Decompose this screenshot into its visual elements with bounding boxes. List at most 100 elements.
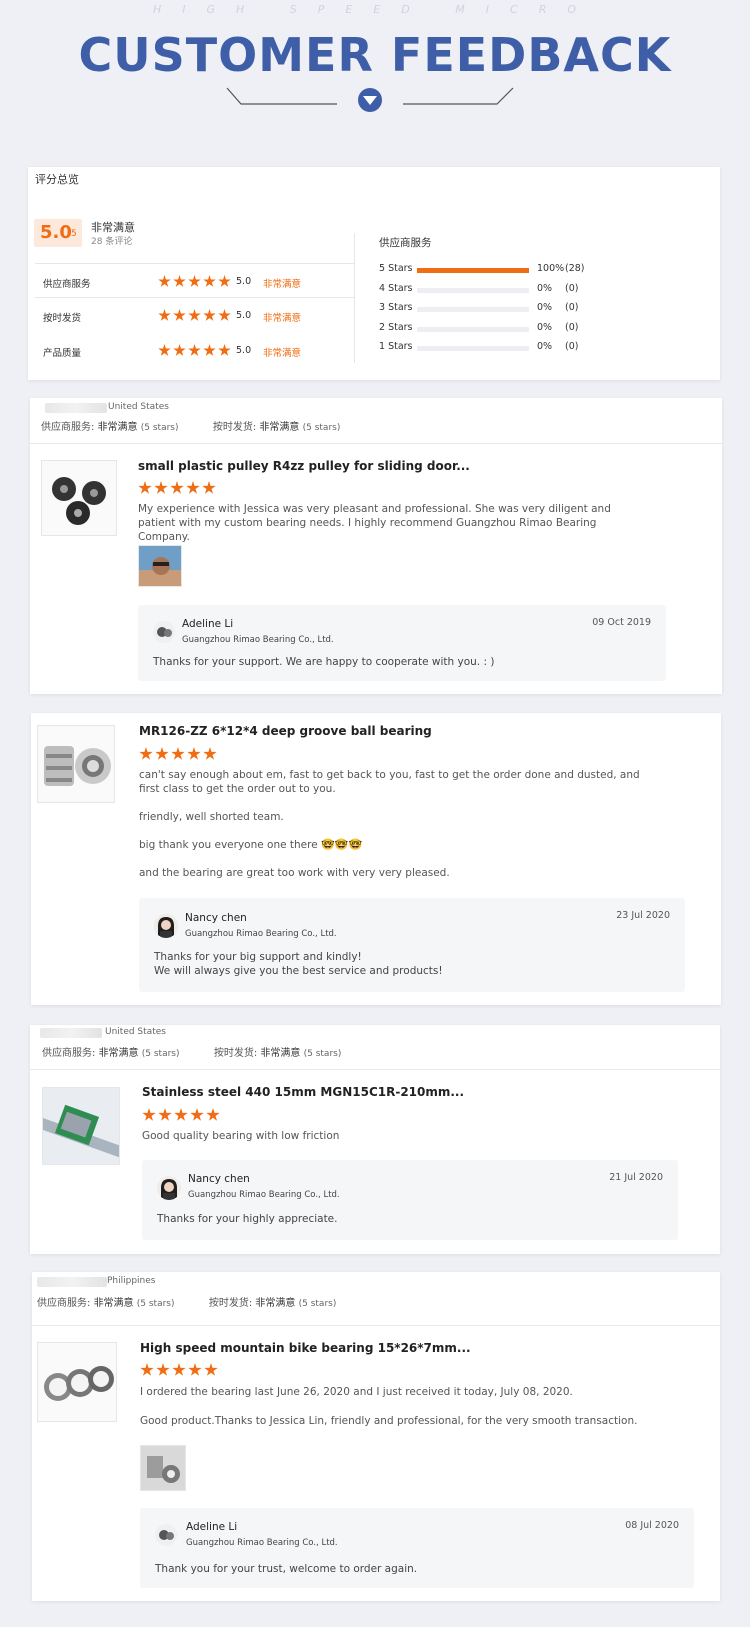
service-label: 供应商服务:	[41, 422, 95, 433]
breakdown-row: 4 Stars 0% (0)	[379, 283, 659, 297]
review-ratings-meta: 供应商服务: 非常满意 (5 stars) 按时发货: 非常满意 (5 star…	[37, 1294, 336, 1309]
ship-label: 按时发货:	[212, 422, 257, 433]
review-text: My experience with Jessica was very plea…	[138, 503, 611, 543]
review-card: United States 供应商服务: 非常满意 (5 stars) 按时发货…	[30, 398, 722, 694]
bearing-icon	[157, 627, 172, 637]
product-thumbnail[interactable]	[37, 725, 115, 803]
breakdown-row: 3 Stars 0% (0)	[379, 302, 659, 316]
rating-row-score: 5.0	[236, 276, 252, 287]
review-photo[interactable]	[140, 1445, 186, 1491]
seller-company: Guangzhou Rimao Bearing Co., Ltd.	[186, 1538, 338, 1548]
reply-text: Thanks for your highly appreciate.	[157, 1213, 338, 1225]
ship-verdict: 非常满意	[260, 1048, 301, 1059]
service-verdict: 非常满意	[98, 1048, 139, 1059]
seller-company: Guangzhou Rimao Bearing Co., Ltd.	[188, 1190, 340, 1200]
product-title-link[interactable]: High speed mountain bike bearing 15*26*7…	[140, 1341, 471, 1355]
review-text: I ordered the bearing last June 26, 2020…	[140, 1386, 573, 1398]
review-text: Good product.Thanks to Jessica Lin, frie…	[140, 1415, 638, 1427]
ship-verdict: 非常满意	[255, 1298, 296, 1309]
product-title-link[interactable]: Stainless steel 440 15mm MGN15C1R-210mm.…	[142, 1085, 464, 1099]
rating-summary-card: 评分总览 5.0 /5 非常满意 28 条评论 供应商服务 5.0 非常满意 按…	[28, 167, 720, 380]
service-label: 供应商服务:	[42, 1048, 96, 1059]
seller-name: Nancy chen	[185, 912, 247, 924]
rating-row-quality: 产品质量 5.0 非常满意	[43, 343, 343, 359]
bearing-image	[44, 1366, 114, 1401]
product-thumbnail[interactable]	[41, 460, 117, 536]
summary-divider	[354, 233, 355, 363]
rating-row-label: 按时发货	[43, 313, 82, 324]
summary-row-divider	[35, 263, 355, 264]
reviewer-country: United States	[108, 402, 169, 412]
service-breakdown-title: 供应商服务	[379, 237, 432, 249]
review-text: big thank you everyone one there	[139, 839, 318, 851]
reply-text: Thanks for your big support and kindly!	[154, 951, 362, 963]
review-divider	[30, 1069, 720, 1070]
seller-avatar	[157, 1176, 181, 1200]
service-stars-note: (5 stars)	[140, 423, 179, 433]
review-ratings-meta: 供应商服务: 非常满意 (5 stars) 按时发货: 非常满意 (5 star…	[41, 418, 340, 433]
seller-company: Guangzhou Rimao Bearing Co., Ltd.	[185, 929, 337, 939]
review-text-with-emoji: big thank you everyone one there 🤓🤓🤓	[139, 838, 362, 852]
rating-row-verdict: 非常满意	[263, 279, 302, 290]
reviewer-name-blurred	[45, 403, 107, 413]
seller-company: Guangzhou Rimao Bearing Co., Ltd.	[182, 635, 334, 645]
bearing-image	[52, 477, 106, 525]
rating-row-score: 5.0	[236, 310, 252, 321]
breakdown-bar	[417, 287, 529, 293]
breakdown-bar	[417, 326, 529, 332]
breakdown-row: 1 Stars 0% (0)	[379, 341, 659, 355]
review-photo-image	[139, 546, 181, 586]
bearing-icon	[159, 1530, 174, 1540]
breakdown-bar-fill	[417, 268, 529, 273]
rating-row-stars	[158, 275, 231, 288]
rating-row-stars	[158, 309, 231, 322]
breakdown-label: 3 Stars	[379, 302, 413, 313]
product-thumbnail[interactable]	[42, 1087, 120, 1165]
breakdown-count: (0)	[565, 302, 579, 313]
breakdown-count: (0)	[565, 282, 579, 294]
review-photo[interactable]	[138, 545, 182, 587]
seller-reply: Nancy chen Guangzhou Rimao Bearing Co., …	[142, 1160, 678, 1240]
emoji-icons: 🤓🤓🤓	[321, 838, 363, 851]
product-title-link[interactable]: small plastic pulley R4zz pulley for sli…	[138, 459, 470, 473]
review-card: Philippines 供应商服务: 非常满意 (5 stars) 按时发货: …	[32, 1272, 720, 1601]
seller-name: Nancy chen	[188, 1173, 250, 1185]
reviewer-name-blurred	[37, 1277, 107, 1287]
person-avatar-icon	[157, 1176, 181, 1200]
breakdown-percent: 100%	[537, 263, 565, 274]
breakdown-bar	[417, 346, 529, 351]
seller-avatar	[154, 914, 178, 938]
ship-label: 按时发货:	[213, 1048, 258, 1059]
rating-row-service: 供应商服务 5.0 非常满意	[43, 274, 343, 290]
seller-name: Adeline Li	[186, 1521, 238, 1533]
review-stars	[142, 1108, 220, 1122]
rating-row-stars	[158, 344, 231, 357]
review-card: United States 供应商服务: 非常满意 (5 stars) 按时发货…	[30, 1025, 720, 1254]
breakdown-count: (0)	[565, 321, 579, 333]
rating-row-shipping: 按时发货 5.0 非常满意	[43, 308, 343, 324]
product-title-link[interactable]: MR126-ZZ 6*12*4 deep groove ball bearing	[139, 724, 432, 738]
rating-row-verdict: 非常满意	[263, 313, 302, 324]
reviewer-country: United States	[105, 1027, 166, 1037]
review-text: can't say enough about em, fast to get b…	[139, 769, 640, 795]
rating-row-label: 供应商服务	[43, 279, 91, 290]
service-verdict: 非常满意	[93, 1298, 134, 1309]
review-card: MR126-ZZ 6*12*4 deep groove ball bearing…	[31, 713, 721, 1005]
rating-row-score: 5.0	[236, 345, 252, 356]
breakdown-bar	[417, 307, 529, 312]
review-stars	[139, 747, 217, 761]
breakdown-bar	[417, 268, 529, 273]
ship-stars-note: (5 stars)	[303, 1049, 342, 1059]
ship-stars-note: (5 stars)	[302, 423, 341, 433]
product-thumbnail[interactable]	[37, 1342, 117, 1422]
breakdown-percent: 0%	[537, 282, 553, 294]
breakdown-label: 4 Stars	[379, 282, 413, 294]
score-suffix: /5	[68, 229, 77, 239]
reviewer-country: Philippines	[107, 1276, 156, 1286]
reviewer-name-blurred	[40, 1028, 102, 1038]
reply-text: Thank you for your trust, welcome to ord…	[155, 1563, 418, 1575]
bearing-image	[44, 746, 111, 786]
breakdown-row: 2 Stars 0% (0)	[379, 322, 659, 336]
section-title: CUSTOMER FEEDBACK	[78, 28, 672, 82]
rating-row-label: 产品质量	[43, 348, 82, 359]
